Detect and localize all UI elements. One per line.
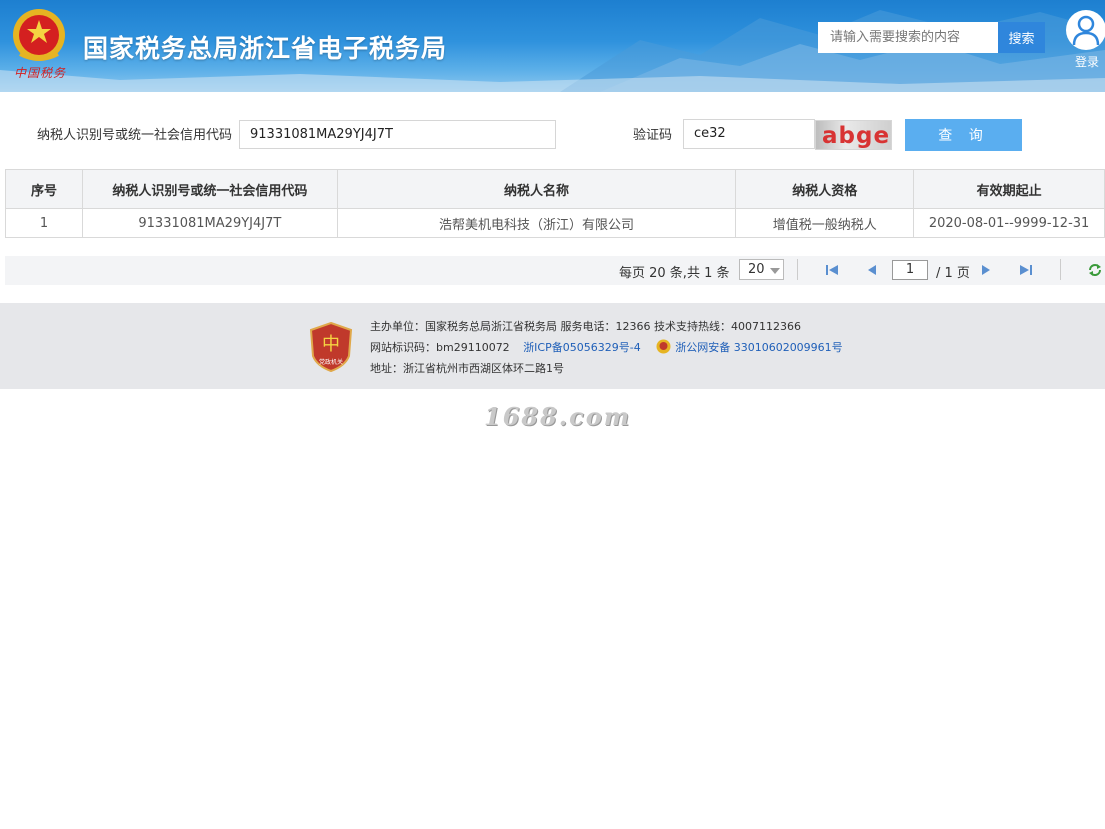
icp-link[interactable]: 浙ICP备05056329号-4 — [523, 341, 641, 354]
national-tax-emblem-icon — [13, 9, 65, 61]
login-button[interactable]: 登录 — [1066, 10, 1105, 72]
footer-id-line: 网站标识码：bm29110072 浙ICP备05056329号-4 浙公网安备 … — [370, 339, 843, 355]
captcha-text: abge — [822, 123, 891, 149]
taxpayer-id-label: 纳税人识别号或统一社会信用代码 — [37, 128, 233, 143]
table-cell: 1 — [5, 208, 83, 238]
column-header: 纳税人名称 — [336, 169, 737, 209]
police-emblem-icon — [656, 339, 671, 354]
page-number-input[interactable]: 1 — [892, 260, 928, 280]
first-page-icon[interactable] — [824, 262, 840, 278]
badge-caption: 党政机关 — [319, 358, 343, 366]
chevron-down-icon — [770, 268, 780, 274]
prev-page-icon[interactable] — [864, 262, 880, 278]
divider — [797, 259, 798, 280]
search-button[interactable]: 搜索 — [998, 22, 1045, 53]
last-page-icon[interactable] — [1018, 262, 1034, 278]
svg-text:中: 中 — [322, 334, 340, 355]
login-label: 登录 — [1075, 55, 1100, 69]
next-page-icon[interactable] — [978, 262, 994, 278]
column-header: 序号 — [5, 169, 83, 209]
table-header-row: 序号 纳税人识别号或统一社会信用代码 纳税人名称 纳税人资格 有效期起止 — [5, 169, 1105, 209]
site-header: 中国税务 国家税务总局浙江省电子税务局 搜索 登录 — [0, 0, 1105, 92]
party-government-badge-icon[interactable]: 中 党政机关 — [309, 322, 353, 372]
emblem-caption: 中国税务 — [14, 66, 67, 80]
table-cell: 浩帮美机电科技（浙江）有限公司 — [336, 208, 737, 238]
pagination-bar: 每页 20 条,共 1 条 20 1 / 1 页 — [5, 256, 1105, 285]
pagination-info: 每页 20 条,共 1 条 — [619, 266, 730, 281]
captcha-image[interactable]: abge — [815, 120, 892, 150]
table-row[interactable]: 1 91331081MA29YJ4J7T 浩帮美机电科技（浙江）有限公司 增值税… — [5, 208, 1105, 238]
police-record-link: 浙公网安备 33010602009961号 — [675, 341, 843, 354]
divider — [1060, 259, 1061, 280]
table-cell: 增值税一般纳税人 — [735, 208, 915, 238]
taxpayer-id-input[interactable]: 91331081MA29YJ4J7T — [239, 120, 556, 149]
column-header: 纳税人识别号或统一社会信用代码 — [81, 169, 338, 209]
result-table: 序号 纳税人识别号或统一社会信用代码 纳税人名称 纳税人资格 有效期起止 1 9… — [5, 169, 1105, 238]
site-code: 网站标识码：bm29110072 — [370, 341, 510, 354]
police-record[interactable]: 浙公网安备 33010602009961号 — [656, 339, 843, 354]
site-title: 国家税务总局浙江省电子税务局 — [83, 34, 448, 63]
page-size-value: 20 — [748, 262, 765, 277]
user-icon — [1066, 10, 1105, 50]
total-pages: / 1 页 — [936, 266, 970, 281]
table-cell: 2020-08-01--9999-12-31 — [913, 208, 1105, 238]
table-cell: 91331081MA29YJ4J7T — [81, 208, 338, 238]
column-header: 纳税人资格 — [735, 169, 915, 209]
query-button[interactable]: 查 询 — [905, 119, 1022, 151]
site-footer: 中 党政机关 主办单位：国家税务总局浙江省税务局 服务电话：12366 技术支持… — [0, 303, 1105, 389]
refresh-icon[interactable] — [1087, 262, 1103, 278]
watermark: 1688.com — [484, 402, 632, 431]
page-size-select[interactable]: 20 — [739, 259, 784, 280]
search-input[interactable] — [818, 22, 998, 53]
captcha-input[interactable]: ce32 — [683, 119, 815, 149]
footer-organizer-line: 主办单位：国家税务总局浙江省税务局 服务电话：12366 技术支持热线：4007… — [370, 320, 801, 333]
captcha-label: 验证码 — [633, 128, 673, 143]
footer-address: 地址：浙江省杭州市西湖区体环二路1号 — [370, 362, 564, 375]
column-header: 有效期起止 — [913, 169, 1105, 209]
